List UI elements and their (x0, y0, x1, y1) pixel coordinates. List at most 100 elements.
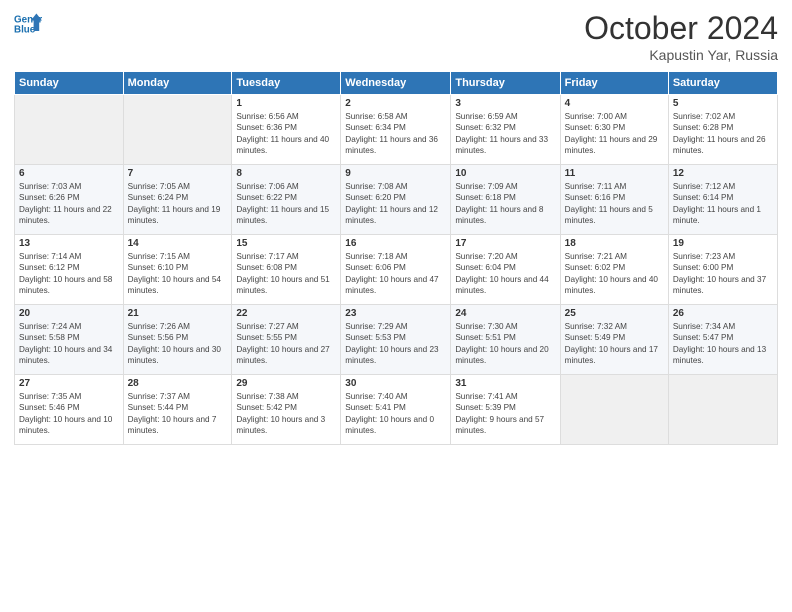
day-info: Sunrise: 7:24 AM Sunset: 5:58 PM Dayligh… (19, 321, 119, 367)
day-info: Sunrise: 7:40 AM Sunset: 5:41 PM Dayligh… (345, 391, 446, 437)
day-info: Sunrise: 6:59 AM Sunset: 6:32 PM Dayligh… (455, 111, 555, 157)
calendar-cell: 25 Sunrise: 7:32 AM Sunset: 5:49 PM Dayli… (560, 305, 668, 375)
calendar-cell: 7Sunrise: 7:05 AM Sunset: 6:24 PM Daylig… (123, 165, 232, 235)
day-number: 28 (128, 378, 228, 389)
calendar-cell: 17 Sunrise: 7:20 AM Sunset: 6:04 PM Dayli… (451, 235, 560, 305)
day-number: 15 (236, 238, 336, 249)
day-info: Sunrise: 7:32 AM Sunset: 5:49 PM Dayligh… (565, 321, 664, 367)
day-number: 25 (565, 308, 664, 319)
calendar-week-3: 20 Sunrise: 7:24 AM Sunset: 5:58 PM Dayli… (15, 305, 778, 375)
day-info: Sunrise: 7:15 AM Sunset: 6:10 PM Dayligh… (128, 251, 228, 297)
day-number: 24 (455, 308, 555, 319)
calendar-cell (123, 95, 232, 165)
day-number: 29 (236, 378, 336, 389)
day-number: 4 (565, 98, 664, 109)
calendar-week-0: 1 Sunrise: 6:56 AM Sunset: 6:36 PM Daylig… (15, 95, 778, 165)
day-number: 17 (455, 238, 555, 249)
calendar-cell: 12 Sunrise: 7:12 AM Sunset: 6:14 PM Dayli… (668, 165, 777, 235)
day-info: Sunrise: 7:26 AM Sunset: 5:56 PM Dayligh… (128, 321, 228, 367)
calendar-cell: 10 Sunrise: 7:09 AM Sunset: 6:18 PM Dayli… (451, 165, 560, 235)
calendar-cell: 29Sunrise: 7:38 AM Sunset: 5:42 PM Dayli… (232, 375, 341, 445)
day-info: Sunrise: 7:29 AM Sunset: 5:53 PM Dayligh… (345, 321, 446, 367)
day-number: 26 (673, 308, 773, 319)
day-info: Sunrise: 7:12 AM Sunset: 6:14 PM Dayligh… (673, 181, 773, 227)
day-info: Sunrise: 7:35 AM Sunset: 5:46 PM Dayligh… (19, 391, 119, 437)
calendar-cell: 2 Sunrise: 6:58 AM Sunset: 6:34 PM Daylig… (341, 95, 451, 165)
calendar-week-4: 27 Sunrise: 7:35 AM Sunset: 5:46 PM Dayli… (15, 375, 778, 445)
day-info: Sunrise: 7:00 AM Sunset: 6:30 PM Dayligh… (565, 111, 664, 157)
day-number: 31 (455, 378, 555, 389)
day-info: Sunrise: 7:17 AM Sunset: 6:08 PM Dayligh… (236, 251, 336, 297)
day-number: 23 (345, 308, 446, 319)
day-number: 3 (455, 98, 555, 109)
day-info: Sunrise: 7:11 AM Sunset: 6:16 PM Dayligh… (565, 181, 664, 227)
calendar-cell: 1 Sunrise: 6:56 AM Sunset: 6:36 PM Daylig… (232, 95, 341, 165)
day-info: Sunrise: 7:06 AM Sunset: 6:22 PM Dayligh… (236, 181, 336, 227)
day-number: 8 (236, 168, 336, 179)
day-number: 12 (673, 168, 773, 179)
day-number: 27 (19, 378, 119, 389)
day-info: Sunrise: 7:20 AM Sunset: 6:04 PM Dayligh… (455, 251, 555, 297)
day-number: 30 (345, 378, 446, 389)
header-sunday: Sunday (15, 72, 124, 95)
header-wednesday: Wednesday (341, 72, 451, 95)
day-number: 10 (455, 168, 555, 179)
header-tuesday: Tuesday (232, 72, 341, 95)
calendar-cell: 23 Sunrise: 7:29 AM Sunset: 5:53 PM Dayli… (341, 305, 451, 375)
calendar-cell: 8 Sunrise: 7:06 AM Sunset: 6:22 PM Daylig… (232, 165, 341, 235)
day-info: Sunrise: 7:27 AM Sunset: 5:55 PM Dayligh… (236, 321, 336, 367)
calendar-cell: 3 Sunrise: 6:59 AM Sunset: 6:32 PM Daylig… (451, 95, 560, 165)
calendar-cell: 24 Sunrise: 7:30 AM Sunset: 5:51 PM Dayli… (451, 305, 560, 375)
day-info: Sunrise: 7:37 AM Sunset: 5:44 PM Dayligh… (128, 391, 228, 437)
header: General Blue October 2024 Kapustin Yar, … (14, 10, 778, 63)
calendar-cell: 18Sunrise: 7:21 AM Sunset: 6:02 PM Dayli… (560, 235, 668, 305)
calendar-cell: 21 Sunrise: 7:26 AM Sunset: 5:56 PM Dayli… (123, 305, 232, 375)
day-info: Sunrise: 7:03 AM Sunset: 6:26 PM Dayligh… (19, 181, 119, 227)
logo-icon: General Blue (14, 10, 42, 38)
day-number: 1 (236, 98, 336, 109)
calendar-cell: 28 Sunrise: 7:37 AM Sunset: 5:44 PM Dayli… (123, 375, 232, 445)
day-number: 16 (345, 238, 446, 249)
day-info: Sunrise: 7:21 AM Sunset: 6:02 PM Dayligh… (565, 251, 664, 297)
calendar-header-row: Sunday Monday Tuesday Wednesday Thursday… (15, 72, 778, 95)
day-number: 20 (19, 308, 119, 319)
calendar-cell: 14 Sunrise: 7:15 AM Sunset: 6:10 PM Dayli… (123, 235, 232, 305)
day-number: 14 (128, 238, 228, 249)
main-title: October 2024 (584, 10, 778, 47)
calendar-cell: 9 Sunrise: 7:08 AM Sunset: 6:20 PM Daylig… (341, 165, 451, 235)
logo: General Blue (14, 10, 42, 38)
day-number: 9 (345, 168, 446, 179)
subtitle: Kapustin Yar, Russia (584, 47, 778, 63)
day-number: 2 (345, 98, 446, 109)
header-monday: Monday (123, 72, 232, 95)
day-info: Sunrise: 7:05 AM Sunset: 6:24 PM Dayligh… (128, 181, 228, 227)
calendar-cell: 19 Sunrise: 7:23 AM Sunset: 6:00 PM Dayli… (668, 235, 777, 305)
day-info: Sunrise: 7:09 AM Sunset: 6:18 PM Dayligh… (455, 181, 555, 227)
day-number: 13 (19, 238, 119, 249)
day-info: Sunrise: 7:18 AM Sunset: 6:06 PM Dayligh… (345, 251, 446, 297)
day-number: 21 (128, 308, 228, 319)
calendar-cell (560, 375, 668, 445)
page: General Blue October 2024 Kapustin Yar, … (0, 0, 792, 612)
calendar-table: Sunday Monday Tuesday Wednesday Thursday… (14, 71, 778, 445)
day-number: 19 (673, 238, 773, 249)
day-number: 22 (236, 308, 336, 319)
calendar-cell: 5 Sunrise: 7:02 AM Sunset: 6:28 PM Daylig… (668, 95, 777, 165)
day-info: Sunrise: 7:08 AM Sunset: 6:20 PM Dayligh… (345, 181, 446, 227)
day-number: 6 (19, 168, 119, 179)
calendar-cell: 27 Sunrise: 7:35 AM Sunset: 5:46 PM Dayli… (15, 375, 124, 445)
calendar-week-1: 6 Sunrise: 7:03 AM Sunset: 6:26 PM Daylig… (15, 165, 778, 235)
day-info: Sunrise: 7:02 AM Sunset: 6:28 PM Dayligh… (673, 111, 773, 157)
calendar-week-2: 13 Sunrise: 7:14 AM Sunset: 6:12 PM Dayli… (15, 235, 778, 305)
day-info: Sunrise: 7:41 AM Sunset: 5:39 PM Dayligh… (455, 391, 555, 437)
day-info: Sunrise: 7:30 AM Sunset: 5:51 PM Dayligh… (455, 321, 555, 367)
day-number: 5 (673, 98, 773, 109)
day-info: Sunrise: 6:56 AM Sunset: 6:36 PM Dayligh… (236, 111, 336, 157)
day-info: Sunrise: 7:23 AM Sunset: 6:00 PM Dayligh… (673, 251, 773, 297)
title-block: October 2024 Kapustin Yar, Russia (584, 10, 778, 63)
day-info: Sunrise: 6:58 AM Sunset: 6:34 PM Dayligh… (345, 111, 446, 157)
day-number: 11 (565, 168, 664, 179)
calendar-cell: 20 Sunrise: 7:24 AM Sunset: 5:58 PM Dayli… (15, 305, 124, 375)
svg-text:Blue: Blue (14, 24, 36, 35)
day-info: Sunrise: 7:14 AM Sunset: 6:12 PM Dayligh… (19, 251, 119, 297)
